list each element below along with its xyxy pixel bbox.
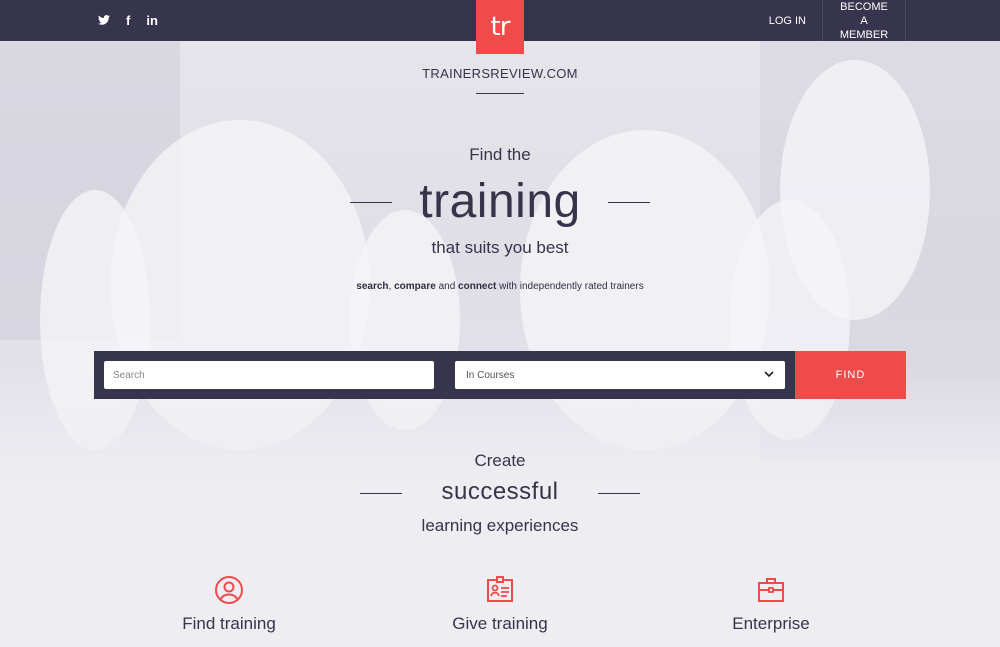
subtitle-and: and (435, 281, 459, 292)
chevron-down-icon (764, 371, 774, 378)
become-member-link[interactable]: BECOME A MEMBER (822, 0, 906, 41)
subtitle-rest: with independently rated trainers (496, 281, 644, 292)
login-link[interactable]: LOG IN (753, 0, 822, 41)
facebook-icon[interactable]: f (126, 13, 130, 28)
feature-find-training[interactable]: Find training (129, 575, 329, 634)
search-scope-select[interactable]: In Courses (455, 361, 785, 389)
site-name: TRAINERSREVIEW.COM (422, 66, 578, 81)
subtitle-search-word: search (356, 281, 389, 292)
headline-divider-right (608, 202, 650, 203)
hero-line-1: Find the (469, 145, 531, 164)
search-bar: In Courses FIND (94, 351, 906, 399)
hero-line-3: that suits you best (431, 238, 569, 257)
twitter-icon[interactable] (98, 13, 110, 28)
top-navigation-bar: f in tr LOG IN BECOME A MEMBER (0, 0, 1000, 54)
create-line-3: learning experiences (421, 516, 579, 535)
logo-text: tr (490, 12, 511, 42)
site-name-divider (476, 93, 524, 94)
create-title: successful (441, 478, 559, 505)
find-button[interactable]: FIND (795, 351, 906, 399)
search-scope-value: In Courses (466, 369, 515, 381)
subtitle-compare-word: compare (394, 281, 436, 292)
feature-label: Give training (452, 614, 548, 633)
feature-enterprise[interactable]: Enterprise (671, 575, 871, 634)
briefcase-icon (758, 578, 784, 602)
feature-label: Enterprise (732, 614, 810, 633)
create-line-1: Create (474, 451, 526, 470)
subtitle-connect-word: connect (458, 281, 497, 292)
site-logo[interactable]: tr (476, 0, 524, 54)
account-nav: LOG IN BECOME A MEMBER (753, 0, 906, 41)
create-divider-right (598, 493, 640, 494)
feature-label: Find training (182, 614, 276, 633)
hero-title: training (419, 175, 581, 228)
hero-subtitle: search, compare and connect with indepen… (0, 281, 1000, 292)
linkedin-icon[interactable]: in (146, 13, 158, 28)
social-links: f in (98, 0, 158, 41)
user-circle-icon (215, 576, 243, 604)
search-input[interactable] (104, 361, 434, 389)
id-card-icon (487, 576, 513, 602)
feature-give-training[interactable]: Give training (400, 575, 600, 634)
